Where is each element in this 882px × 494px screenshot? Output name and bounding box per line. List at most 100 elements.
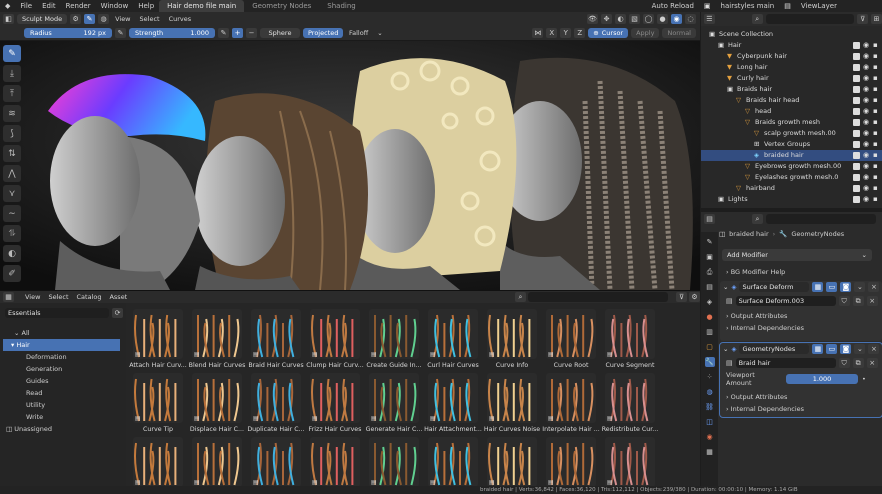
outliner-row[interactable]: ▼ Curly hair ◉ ▪ bbox=[701, 73, 882, 84]
properties-editor-type-icon[interactable]: ▤ bbox=[704, 214, 715, 224]
density-brush-icon[interactable]: ✎ bbox=[3, 45, 21, 62]
texture-tab-icon[interactable]: ▦ bbox=[705, 447, 715, 457]
render-camera-icon[interactable]: ▪ bbox=[873, 161, 878, 172]
asset-item[interactable]: ▤ Attach Hair Curv... bbox=[128, 309, 188, 370]
menu-view[interactable]: View bbox=[112, 15, 133, 23]
gn-editmode-toggle-icon[interactable]: ▦ bbox=[812, 344, 824, 354]
outliner-row[interactable]: ▽ Eyelashes growth mesh.0 ◉ ▪ bbox=[701, 172, 882, 183]
modifier-tab-icon[interactable]: 🔧 bbox=[704, 357, 715, 367]
geometry-nodes-name[interactable]: GeometryNodes bbox=[739, 344, 810, 354]
gn-menu-icon[interactable]: ⌄ bbox=[854, 344, 866, 354]
cursor-option[interactable]: ⊕ Cursor bbox=[588, 28, 629, 38]
exclude-checkbox[interactable] bbox=[853, 130, 860, 137]
particles-tab-icon[interactable]: ⁘ bbox=[705, 372, 715, 382]
strength-pressure-icon[interactable]: ✎ bbox=[218, 28, 229, 38]
shading-material-icon[interactable]: ◉ bbox=[671, 14, 682, 24]
internal-deps-panel[interactable]: › Internal Dependencies bbox=[720, 322, 882, 334]
outliner-row[interactable]: ▣ Scene Collection bbox=[701, 29, 882, 40]
editor-type-icon[interactable]: ◧ bbox=[3, 14, 14, 24]
asset-item[interactable]: ▤ Blend Hair Curves bbox=[187, 309, 247, 370]
outliner-search-input[interactable] bbox=[765, 14, 855, 24]
catalog-utility[interactable]: Utility bbox=[0, 399, 126, 411]
visibility-eye-icon[interactable]: ◉ bbox=[863, 194, 869, 205]
xray-icon[interactable]: ▧ bbox=[629, 14, 640, 24]
outliner-row[interactable]: ◈ braided hair ◉ ▪ bbox=[701, 150, 882, 161]
apply-button[interactable]: Apply bbox=[631, 28, 660, 38]
outliner-filter-icon[interactable]: ⊽ bbox=[857, 14, 869, 24]
gn-output-attributes-panel[interactable]: › Output Attributes bbox=[720, 391, 882, 403]
render-camera-icon[interactable]: ▪ bbox=[873, 106, 878, 117]
normal-button[interactable]: Normal bbox=[662, 28, 696, 38]
gn-close-icon[interactable]: × bbox=[868, 344, 880, 354]
exclude-checkbox[interactable] bbox=[853, 64, 860, 71]
fake-user-icon[interactable]: ⛉ bbox=[838, 296, 850, 306]
outliner-search-icon[interactable]: ⌕ bbox=[751, 14, 763, 24]
add-icon[interactable]: + bbox=[232, 28, 243, 38]
asset-editor-type-icon[interactable]: ▦ bbox=[3, 292, 14, 302]
gn-unlink-icon[interactable]: × bbox=[866, 358, 878, 368]
radius-field[interactable]: Radius 192 px bbox=[24, 28, 112, 38]
scene-icon[interactable]: ▣ bbox=[699, 2, 716, 10]
view-layer-icon[interactable]: ▤ bbox=[779, 2, 796, 10]
asset-item[interactable]: ▤ Frizz Hair Curves bbox=[305, 373, 365, 434]
exclude-checkbox[interactable] bbox=[853, 196, 860, 203]
render-tab-icon[interactable]: ▣ bbox=[705, 252, 715, 262]
menu-curves[interactable]: Curves bbox=[166, 15, 195, 23]
filter-icon[interactable]: ⊽ bbox=[676, 292, 687, 302]
asset-item[interactable]: ▤ bbox=[482, 437, 542, 486]
catalog-hair[interactable]: ▾ Hair bbox=[3, 339, 120, 351]
exclude-checkbox[interactable] bbox=[853, 185, 860, 192]
node-group-name[interactable]: Braid hair bbox=[735, 358, 836, 368]
visibility-eye-icon[interactable]: ◉ bbox=[863, 128, 869, 139]
outliner-row[interactable]: ▽ Braids hair head ◉ ▪ bbox=[701, 95, 882, 106]
gn-viewport-toggle-icon[interactable]: ▭ bbox=[826, 344, 838, 354]
menu-catalog[interactable]: Catalog bbox=[74, 293, 105, 301]
render-camera-icon[interactable]: ▪ bbox=[873, 150, 878, 161]
catalog-generation[interactable]: Generation bbox=[0, 363, 126, 375]
delete-curves-brush-icon[interactable]: ⤒ bbox=[3, 85, 21, 102]
menu-render[interactable]: Render bbox=[61, 2, 96, 10]
catalog-deformation[interactable]: Deformation bbox=[0, 351, 126, 363]
asset-item[interactable]: ▤ Curve Info bbox=[482, 309, 542, 370]
asset-item[interactable]: ▤ bbox=[541, 437, 601, 486]
constraints-tab-icon[interactable]: ⛓ bbox=[705, 402, 715, 412]
bg-modifier-help-panel[interactable]: › BG Modifier Help bbox=[720, 266, 785, 278]
viewport-amount-slider[interactable]: 1.000 bbox=[786, 374, 858, 384]
output-attributes-panel[interactable]: › Output Attributes bbox=[720, 310, 882, 322]
menu-select-assets[interactable]: Select bbox=[45, 293, 71, 301]
workspace-tab-main[interactable]: Hair demo file main bbox=[159, 0, 245, 12]
outliner-row[interactable]: ▣ Lights ◉ ▪ bbox=[701, 194, 882, 205]
falloff-menu[interactable]: Falloff bbox=[346, 29, 371, 37]
keyframe-dot-icon[interactable]: • bbox=[862, 375, 866, 383]
surface-deform-target[interactable]: Surface Deform.003 bbox=[735, 296, 836, 306]
unlink-icon[interactable]: × bbox=[866, 296, 878, 306]
scene-name[interactable]: hairstyles main bbox=[716, 2, 780, 10]
render-toggle-icon[interactable]: ◙ bbox=[840, 282, 852, 292]
axis-y[interactable]: Y bbox=[560, 28, 572, 38]
outliner-row[interactable]: ▽ scalp growth mesh.00 ◉ ▪ bbox=[701, 128, 882, 139]
grow-shrink-brush-icon[interactable]: ⇅ bbox=[3, 145, 21, 162]
render-camera-icon[interactable]: ▪ bbox=[873, 139, 878, 150]
outliner-row[interactable]: ▼ Long hair ◉ ▪ bbox=[701, 62, 882, 73]
view-layer-tab-icon[interactable]: ▤ bbox=[705, 282, 715, 292]
annotate-icon[interactable]: ✐ bbox=[3, 265, 21, 282]
asset-item[interactable]: ▤ Curve Segment bbox=[600, 309, 660, 370]
properties-search-icon[interactable]: ⌕ bbox=[752, 214, 763, 224]
visibility-eye-icon[interactable]: ◉ bbox=[863, 73, 869, 84]
strength-field[interactable]: Strength 1.000 bbox=[129, 28, 215, 38]
view-layer-name[interactable]: ViewLayer bbox=[796, 2, 842, 10]
exclude-checkbox[interactable] bbox=[853, 97, 860, 104]
visibility-eye-icon[interactable]: ◉ bbox=[863, 161, 869, 172]
shading-rendered-icon[interactable]: ◌ bbox=[685, 14, 696, 24]
overlay-icon[interactable]: ◐ bbox=[615, 14, 626, 24]
new-collection-icon[interactable]: ⊞ bbox=[871, 14, 882, 24]
catalog-guides[interactable]: Guides bbox=[0, 375, 126, 387]
visibility-eye-icon[interactable]: ◉ bbox=[863, 62, 869, 73]
asset-item[interactable]: ▤ bbox=[364, 437, 424, 486]
selection-paint-icon[interactable]: ◐ bbox=[3, 245, 21, 262]
gizmo-icon[interactable]: ✥ bbox=[601, 14, 612, 24]
snake-hook-brush-icon[interactable]: ⟆ bbox=[3, 125, 21, 142]
object-tab-icon[interactable]: ▢ bbox=[705, 342, 715, 352]
render-camera-icon[interactable]: ▪ bbox=[873, 117, 878, 128]
physics-tab-icon[interactable]: ◍ bbox=[705, 387, 715, 397]
